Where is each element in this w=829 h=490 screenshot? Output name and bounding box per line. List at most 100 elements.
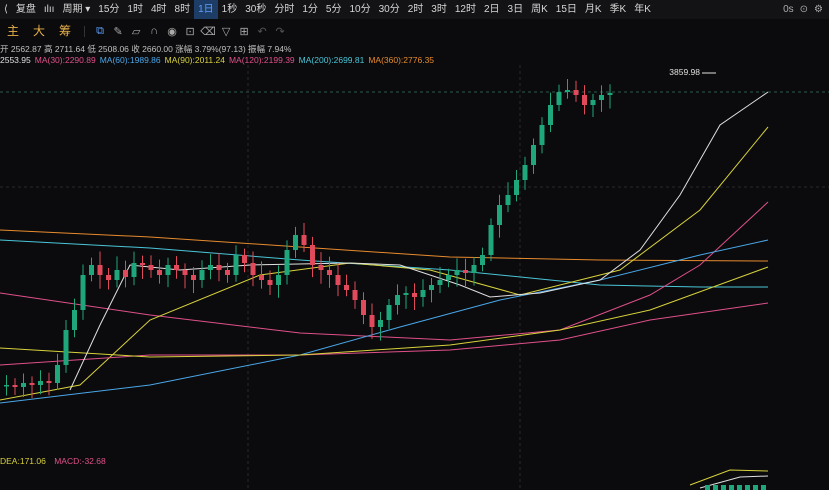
macd-line — [689, 469, 769, 486]
candle-body — [250, 263, 256, 275]
close-value: 收 2660.00 — [131, 44, 173, 54]
interval-5[interactable]: 1秒 — [218, 0, 242, 19]
candle-body — [301, 235, 307, 245]
candle-body — [225, 270, 230, 275]
candle-body — [437, 280, 443, 285]
candle-body — [488, 225, 494, 255]
candle-body — [293, 235, 298, 250]
interval-11[interactable]: 30分 — [375, 0, 404, 19]
candle-body — [395, 295, 400, 305]
candle-body — [216, 265, 222, 270]
open-value: 开 2562.87 — [0, 44, 42, 54]
ma-legend-item: MA(200):2699.81 — [298, 55, 365, 65]
interval-3[interactable]: 8时 — [171, 0, 195, 19]
macd-bar — [729, 485, 734, 490]
candle-body — [352, 290, 358, 300]
chart-type-icon[interactable]: ılıı — [40, 0, 59, 19]
eye-icon[interactable]: ◉ — [163, 25, 181, 38]
replay-icon[interactable]: ⟨ — [0, 0, 12, 19]
filter-icon[interactable]: ▽ — [217, 25, 235, 38]
low-value: 低 2508.06 — [87, 44, 129, 54]
time-label: 0s — [783, 4, 794, 15]
candle-body — [531, 145, 536, 165]
interval-4[interactable]: 1日 — [194, 0, 218, 19]
trash-icon[interactable]: ⌫ — [199, 25, 217, 38]
macd-bar — [753, 485, 758, 490]
candle-body — [123, 270, 128, 277]
interval-19[interactable]: 月K — [581, 0, 606, 19]
ma-legend-item: MA(360):2776.35 — [368, 55, 435, 65]
camera-icon[interactable]: ⊙ — [800, 0, 808, 19]
candle-body — [514, 180, 519, 195]
interval-9[interactable]: 5分 — [322, 0, 346, 19]
candle-body — [480, 255, 485, 265]
interval-6[interactable]: 30秒 — [241, 0, 270, 19]
interval-17[interactable]: 周K — [527, 0, 552, 19]
candle-body — [29, 383, 35, 385]
copy-icon[interactable]: ⧉ — [91, 25, 109, 38]
redo-icon[interactable]: ↷ — [271, 25, 289, 38]
candle-body — [191, 275, 196, 280]
indicator-tab-2[interactable]: 筹 — [52, 21, 78, 41]
toolbar-right: 0s ⊙ ⚙ — [783, 0, 823, 19]
interval-15[interactable]: 2日 — [480, 0, 504, 19]
candlestick-chart[interactable]: 3859.98 — [0, 65, 829, 490]
interval-0[interactable]: 15分 — [94, 0, 123, 19]
candle-body — [208, 265, 213, 270]
candle-body — [505, 195, 511, 205]
undo-icon[interactable]: ↶ — [253, 25, 271, 38]
macd-bar — [761, 485, 766, 490]
macd-bar — [705, 485, 710, 490]
interval-13[interactable]: 3时 — [427, 0, 451, 19]
candle-body — [403, 293, 409, 295]
candle-body — [420, 290, 426, 297]
settings-icon[interactable]: ⚙ — [814, 0, 823, 19]
candle-body — [573, 90, 579, 95]
candle-body — [556, 92, 562, 105]
interval-7[interactable]: 分时 — [270, 0, 298, 19]
interval-12[interactable]: 2时 — [404, 0, 428, 19]
candle-body — [276, 275, 281, 285]
candle-body — [72, 310, 77, 330]
candle-body — [471, 265, 477, 273]
candle-body — [497, 205, 502, 225]
interval-1[interactable]: 1时 — [123, 0, 147, 19]
replay-button[interactable]: 复盘 — [12, 0, 40, 19]
indicator-tab-1[interactable]: 大 — [26, 21, 52, 41]
ma-line — [0, 302, 769, 366]
pencil-icon[interactable]: ✎ — [109, 25, 127, 38]
candle-body — [539, 125, 545, 145]
candle-body — [582, 95, 587, 105]
candle-body — [369, 315, 375, 327]
interval-10[interactable]: 10分 — [345, 0, 374, 19]
candle-body — [267, 280, 273, 285]
candle-body — [522, 165, 528, 180]
candle-body — [565, 90, 570, 92]
candle-body — [590, 100, 596, 105]
high-price-label: 3859.98 — [669, 67, 700, 77]
interval-16[interactable]: 3日 — [504, 0, 528, 19]
candle-body — [182, 270, 188, 275]
macd-bar — [713, 485, 718, 490]
interval-21[interactable]: 年K — [630, 0, 655, 19]
interval-20[interactable]: 季K — [606, 0, 631, 19]
indicator-tab-0[interactable]: 主 — [0, 21, 26, 41]
dea-value: DEA:171.06 — [0, 456, 46, 466]
high-value: 高 2711.64 — [43, 44, 85, 54]
lock-icon[interactable]: ⊡ — [181, 25, 199, 38]
ruler-icon[interactable]: ▱ — [127, 25, 145, 38]
interval-2[interactable]: 4时 — [147, 0, 171, 19]
interval-8[interactable]: 1分 — [298, 0, 322, 19]
interval-18[interactable]: 15日 — [552, 0, 581, 19]
candle-body — [259, 275, 264, 280]
candle-body — [335, 275, 341, 285]
candle-body — [89, 265, 94, 275]
amplitude-value: 振幅 7.94% — [248, 44, 292, 54]
candle-body — [4, 385, 9, 387]
candle-body — [165, 265, 171, 275]
interval-14[interactable]: 12时 — [451, 0, 480, 19]
period-dropdown[interactable]: 周期 ▾ — [58, 0, 94, 19]
candle-body — [310, 245, 315, 265]
layers-icon[interactable]: ⊞ — [235, 25, 253, 38]
magnet-icon[interactable]: ∩ — [145, 25, 163, 37]
